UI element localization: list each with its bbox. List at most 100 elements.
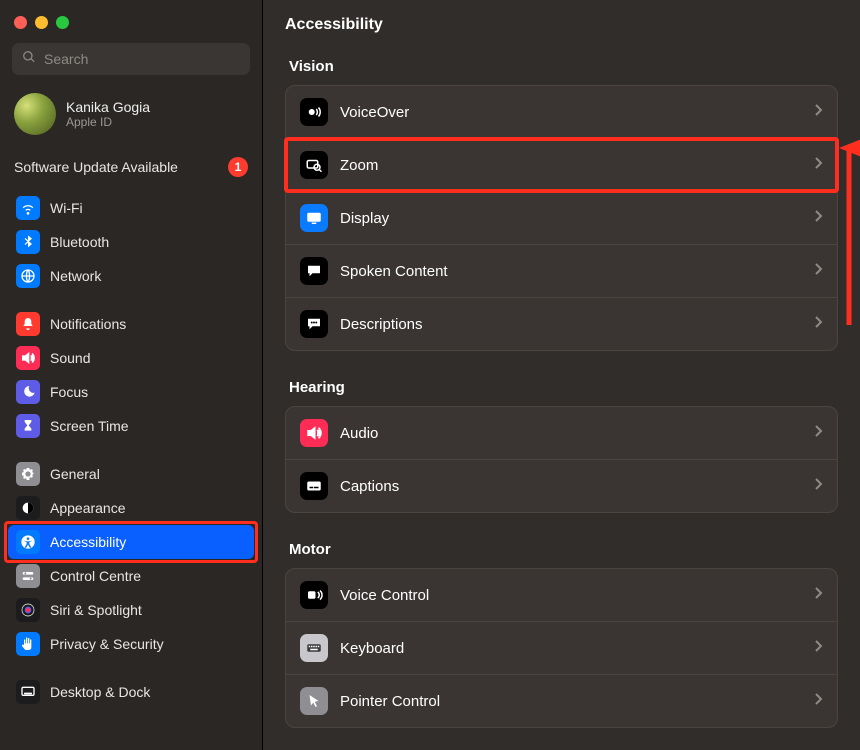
keyboard-icon xyxy=(300,634,328,662)
avatar xyxy=(14,93,56,135)
sidebar-item-label: General xyxy=(50,466,100,482)
search-icon xyxy=(22,50,36,69)
section-motor: Voice Control Keyboard Pointer Control xyxy=(285,568,838,728)
speaker-icon xyxy=(16,346,40,370)
sidebar-item-notifications[interactable]: Notifications xyxy=(8,307,254,341)
account-name: Kanika Gogia xyxy=(66,99,150,115)
software-update-row[interactable]: Software Update Available 1 xyxy=(0,149,262,191)
sidebar-item-label: Accessibility xyxy=(50,534,126,550)
annotation-highlight xyxy=(4,521,258,563)
sidebar-item-label: Network xyxy=(50,268,101,284)
row-label: Descriptions xyxy=(340,316,803,333)
hand-icon xyxy=(16,632,40,656)
apple-id-row[interactable]: Kanika Gogia Apple ID xyxy=(0,85,262,149)
row-label: Zoom xyxy=(340,157,803,174)
window-controls xyxy=(0,8,262,43)
row-spoken-content[interactable]: Spoken Content xyxy=(286,245,837,298)
row-label: Keyboard xyxy=(340,640,803,657)
row-zoom[interactable]: Zoom xyxy=(286,139,837,192)
chevron-right-icon xyxy=(815,424,823,442)
row-display[interactable]: Display xyxy=(286,192,837,245)
speaker-icon xyxy=(300,419,328,447)
chevron-right-icon xyxy=(815,315,823,333)
chevron-right-icon xyxy=(815,103,823,121)
search-field[interactable] xyxy=(12,43,250,75)
sidebar-item-privacy-security[interactable]: Privacy & Security xyxy=(8,627,254,661)
row-label: Pointer Control xyxy=(340,693,803,710)
dock-icon xyxy=(16,680,40,704)
sidebar-item-label: Notifications xyxy=(50,316,126,332)
row-pointer-control[interactable]: Pointer Control xyxy=(286,675,837,727)
section-title-vision: Vision xyxy=(289,58,838,75)
sidebar-item-label: Wi-Fi xyxy=(50,200,83,216)
settings-window: Kanika Gogia Apple ID Software Update Av… xyxy=(0,0,860,750)
sidebar-item-accessibility[interactable]: Accessibility xyxy=(8,525,254,559)
row-voiceover[interactable]: VoiceOver xyxy=(286,86,837,139)
row-keyboard[interactable]: Keyboard xyxy=(286,622,837,675)
row-voice-control[interactable]: Voice Control xyxy=(286,569,837,622)
sidebar-item-label: Bluetooth xyxy=(50,234,109,250)
sidebar-item-bluetooth[interactable]: Bluetooth xyxy=(8,225,254,259)
close-window-button[interactable] xyxy=(14,16,27,29)
sidebar-item-wi-fi[interactable]: Wi-Fi xyxy=(8,191,254,225)
accessibility-icon xyxy=(16,530,40,554)
siri-icon xyxy=(16,598,40,622)
voiceover-icon xyxy=(300,98,328,126)
software-update-label: Software Update Available xyxy=(14,159,178,175)
chevron-right-icon xyxy=(815,639,823,657)
moon-icon xyxy=(16,380,40,404)
sidebar-item-screen-time[interactable]: Screen Time xyxy=(8,409,254,443)
search-input[interactable] xyxy=(44,51,240,67)
display-icon xyxy=(300,204,328,232)
section-vision: VoiceOver Zoom Display Spoken Content Descri… xyxy=(285,85,838,351)
sidebar-item-focus[interactable]: Focus xyxy=(8,375,254,409)
sidebar-item-appearance[interactable]: Appearance xyxy=(8,491,254,525)
sidebar-item-label: Desktop & Dock xyxy=(50,684,150,700)
chevron-right-icon xyxy=(815,156,823,174)
sidebar-item-general[interactable]: General xyxy=(8,457,254,491)
row-descriptions[interactable]: Descriptions xyxy=(286,298,837,350)
chevron-right-icon xyxy=(815,477,823,495)
sidebar-nav: Wi-Fi Bluetooth Network Notifications Sound F… xyxy=(0,191,262,723)
sidebar-item-sound[interactable]: Sound xyxy=(8,341,254,375)
zoom-icon xyxy=(300,151,328,179)
sidebar-item-label: Focus xyxy=(50,384,88,400)
chevron-right-icon xyxy=(815,209,823,227)
row-audio[interactable]: Audio xyxy=(286,407,837,460)
section-title-motor: Motor xyxy=(289,541,838,558)
page-title: Accessibility xyxy=(285,16,838,34)
row-captions[interactable]: Captions xyxy=(286,460,837,512)
minimize-window-button[interactable] xyxy=(35,16,48,29)
sidebar-item-desktop-dock[interactable]: Desktop & Dock xyxy=(8,675,254,709)
sidebar-item-network[interactable]: Network xyxy=(8,259,254,293)
content-pane: Accessibility Vision VoiceOver Zoom Display… xyxy=(263,0,860,750)
pointer-icon xyxy=(300,687,328,715)
bluetooth-icon xyxy=(16,230,40,254)
appearance-icon xyxy=(16,496,40,520)
row-label: Spoken Content xyxy=(340,263,803,280)
update-badge: 1 xyxy=(228,157,248,177)
switches-icon xyxy=(16,564,40,588)
chevron-right-icon xyxy=(815,692,823,710)
bubble-icon xyxy=(300,257,328,285)
sidebar-item-control-centre[interactable]: Control Centre xyxy=(8,559,254,593)
row-label: Captions xyxy=(340,478,803,495)
account-sub: Apple ID xyxy=(66,115,150,129)
row-label: Display xyxy=(340,210,803,227)
section-title-hearing: Hearing xyxy=(289,379,838,396)
sidebar-item-label: Sound xyxy=(50,350,90,366)
voicecontrol-icon xyxy=(300,581,328,609)
sidebar-item-label: Siri & Spotlight xyxy=(50,602,142,618)
row-label: Voice Control xyxy=(340,587,803,604)
sidebar-item-label: Screen Time xyxy=(50,418,129,434)
captions-icon xyxy=(300,472,328,500)
hourglass-icon xyxy=(16,414,40,438)
sidebar-item-siri-spotlight[interactable]: Siri & Spotlight xyxy=(8,593,254,627)
chevron-right-icon xyxy=(815,262,823,280)
row-label: VoiceOver xyxy=(340,104,803,121)
sidebar-item-label: Control Centre xyxy=(50,568,141,584)
gear-icon xyxy=(16,462,40,486)
section-hearing: Audio Captions xyxy=(285,406,838,513)
fullscreen-window-button[interactable] xyxy=(56,16,69,29)
sidebar-item-label: Appearance xyxy=(50,500,126,516)
